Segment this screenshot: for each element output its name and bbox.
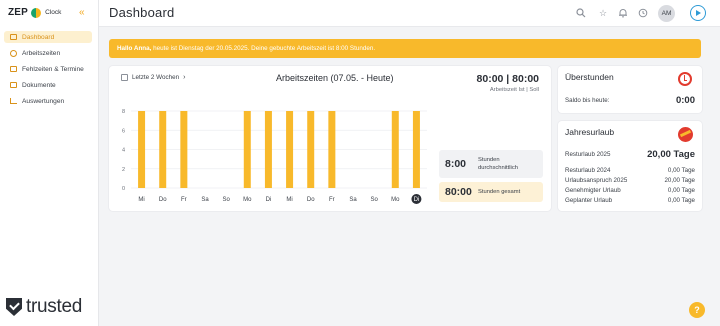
vacation-row-value: 20,00 Tage: [664, 177, 695, 184]
y-tick-label: 8: [122, 109, 125, 115]
brand-mark-icon: [31, 7, 42, 18]
play-timer-icon[interactable]: [690, 5, 706, 21]
x-tick-label: Sa: [201, 197, 209, 203]
total-hours-label: Stunden gesamt: [478, 189, 521, 195]
vacation-row-value: 0,00 Tage: [667, 187, 695, 194]
overtime-card: Überstunden Saldo bis heute: 0:00: [558, 66, 702, 113]
vacation-rest-value: 20,00 Tage: [647, 149, 695, 160]
collapse-sidebar-icon[interactable]: «: [79, 8, 85, 18]
x-tick-label: Sa: [349, 197, 357, 203]
x-tick-label: Fr: [181, 197, 187, 203]
vacation-row-label: Geplanter Urlaub: [565, 197, 613, 204]
vacation-row-label: Urlaubsanspruch 2025: [565, 177, 628, 184]
x-tick-label: So: [222, 197, 230, 203]
folder-icon: [10, 82, 17, 88]
user-avatar[interactable]: AM: [658, 5, 675, 22]
vacation-title: Jahresurlaub: [565, 127, 615, 137]
overtime-value: 0:00: [675, 95, 695, 106]
overtime-label: Saldo bis heute:: [565, 97, 610, 104]
x-tick-label: Di: [266, 197, 272, 203]
x-tick-label: Mi: [286, 197, 292, 203]
bar-mi: [138, 111, 146, 188]
x-tick-label: Mo: [243, 197, 252, 203]
calendar-icon: [10, 66, 17, 72]
brand-product: Clock: [45, 9, 62, 16]
x-tick-label: Do: [159, 197, 167, 203]
brand-logo[interactable]: ZEP Clock: [8, 7, 61, 18]
vacation-row-value: 0,00 Tage: [667, 167, 695, 174]
sidebar-item-label: Dashboard: [22, 33, 55, 41]
average-hours-stat: 8:00 Stunden durchschnittlich: [439, 150, 543, 178]
history-icon[interactable]: [638, 8, 648, 18]
bar-di: [412, 111, 420, 188]
y-tick-label: 4: [122, 148, 125, 154]
vacation-row-value: 0,00 Tage: [667, 197, 695, 204]
sidebar-item-auswertungen[interactable]: Auswertungen: [4, 95, 92, 107]
y-tick-label: 2: [122, 167, 125, 173]
bar-fr: [180, 111, 188, 188]
sidebar-item-label: Dokumente: [22, 81, 56, 89]
x-tick-label: Di: [414, 197, 420, 203]
sidebar: ZEP Clock « Dashboard Arbeitszeiten Fehl…: [0, 0, 99, 326]
average-hours-label: Stunden durchschnittlich: [478, 157, 518, 171]
bar-mo: [243, 111, 251, 188]
sidebar-nav: Dashboard Arbeitszeiten Fehlzeiten & Ter…: [4, 31, 92, 111]
trusted-text: trusted: [26, 296, 82, 317]
bar-di: [264, 111, 272, 188]
vacation-row-label: Resturlaub 2024: [565, 167, 611, 174]
sidebar-item-label: Auswertungen: [22, 97, 65, 105]
x-tick-label: Fr: [329, 197, 335, 203]
total-hours-value: 80:00: [445, 186, 472, 198]
total-hours-stat: 80:00 Stunden gesamt: [439, 182, 543, 202]
alarm-clock-icon: [678, 72, 692, 86]
bell-icon[interactable]: [618, 8, 628, 18]
sidebar-item-arbeitszeiten[interactable]: Arbeitszeiten: [4, 47, 92, 59]
worktime-card: Letzte 2 Wochen › Arbeitszeiten (07.05. …: [109, 66, 551, 211]
vacation-rest-label: Resturlaub 2025: [565, 151, 611, 158]
bar-do: [307, 111, 315, 188]
vacation-card: Jahresurlaub Resturlaub 2025 20,00 Tage …: [558, 121, 702, 211]
bar-mo: [391, 111, 399, 188]
vacation-row-label: Genehmigter Urlaub: [565, 187, 621, 194]
search-icon[interactable]: [576, 8, 586, 18]
brand-name: ZEP: [8, 7, 29, 18]
banner-text: heute ist Dienstag der 20.05.2025. Deine…: [151, 45, 376, 52]
trusted-badge: trusted: [6, 296, 82, 318]
sidebar-item-dokumente[interactable]: Dokumente: [4, 79, 92, 91]
sidebar-item-label: Arbeitszeiten: [22, 49, 61, 57]
x-tick-label: Mi: [138, 197, 144, 203]
bar-fr: [328, 111, 336, 188]
y-tick-label: 6: [122, 128, 125, 134]
sidebar-item-fehlzeiten[interactable]: Fehlzeiten & Termine: [4, 63, 92, 75]
home-icon: [10, 34, 17, 40]
y-tick-label: 0: [122, 186, 125, 192]
top-header: Dashboard ☆ AM: [99, 0, 720, 27]
overtime-title: Überstunden: [565, 72, 614, 82]
greeting-banner: Hallo Anna, heute ist Dienstag der 20.05…: [109, 39, 701, 58]
bar-mi: [286, 111, 294, 188]
clock-icon: [10, 49, 17, 57]
page-title: Dashboard: [109, 5, 175, 20]
star-icon[interactable]: ☆: [598, 8, 608, 18]
airplane-icon: [678, 127, 693, 142]
banner-greeting: Hallo Anna,: [117, 45, 152, 52]
shield-check-icon: [6, 298, 22, 316]
average-hours-value: 8:00: [445, 158, 467, 170]
chart-icon: [10, 98, 17, 104]
x-tick-label: So: [370, 197, 378, 203]
help-button[interactable]: ?: [689, 302, 705, 318]
x-tick-label: Mo: [391, 197, 400, 203]
sidebar-item-dashboard[interactable]: Dashboard: [4, 31, 92, 43]
x-tick-label: Do: [307, 197, 315, 203]
sidebar-item-label: Fehlzeiten & Termine: [22, 65, 84, 73]
bar-do: [159, 111, 167, 188]
